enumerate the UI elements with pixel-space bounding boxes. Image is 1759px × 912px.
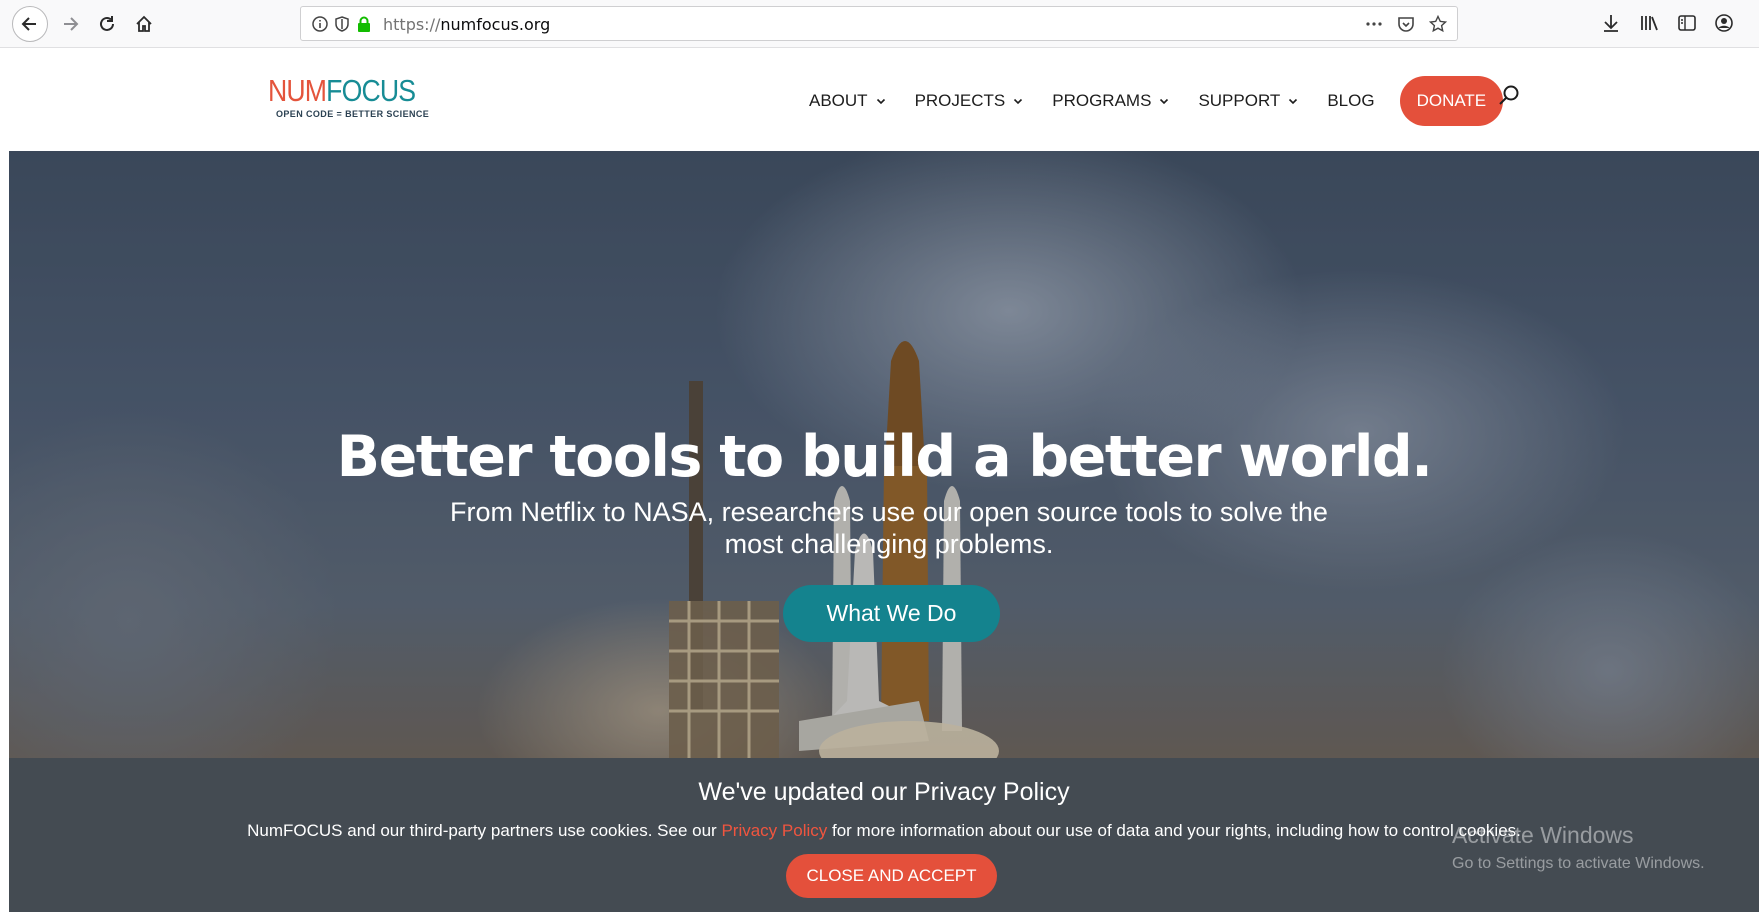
chevron-down-icon	[1160, 98, 1169, 105]
numfocus-logo[interactable]: NUMFOCUS OPEN CODE = BETTER SCIENCE	[268, 73, 430, 125]
more-actions-icon[interactable]	[1365, 15, 1383, 33]
url-text[interactable]: https://numfocus.org	[383, 15, 550, 34]
donate-button[interactable]: DONATE	[1399, 76, 1504, 126]
pocket-icon[interactable]	[1397, 15, 1415, 33]
url-bar[interactable]: https://numfocus.org	[300, 6, 1458, 41]
chevron-down-icon	[1289, 98, 1298, 105]
nav-projects-label: PROJECTS	[914, 91, 1006, 110]
account-icon[interactable]	[1713, 12, 1735, 34]
back-button[interactable]	[12, 6, 48, 42]
library-icon[interactable]	[1638, 12, 1660, 34]
hero-section: Better tools to build a better world. Fr…	[9, 151, 1759, 758]
browser-toolbar: https://numfocus.org	[0, 0, 1759, 48]
nav-blog-label: BLOG	[1327, 91, 1375, 110]
hero-subtitle: From Netflix to NASA, researchers use ou…	[450, 497, 1328, 559]
watermark-title: Activate Windows	[1452, 822, 1634, 848]
chevron-down-icon	[1014, 98, 1023, 105]
url-host: numfocus.org	[440, 15, 551, 34]
reload-icon	[100, 16, 114, 31]
close-and-accept-button[interactable]: CLOSE AND ACCEPT	[786, 854, 997, 898]
hero-title: Better tools to build a better world.	[336, 424, 1433, 490]
search-icon[interactable]	[1497, 84, 1521, 108]
bookmark-star-icon[interactable]	[1428, 14, 1448, 33]
nav-about[interactable]: ABOUT	[809, 91, 886, 111]
windows-activation-watermark: Activate Windows Go to Settings to activ…	[1452, 822, 1705, 873]
shield-icon[interactable]	[333, 15, 351, 33]
logo-wordmark: NUMFOCUS	[268, 73, 416, 108]
site-header: NUMFOCUS OPEN CODE = BETTER SCIENCE ABOU…	[9, 48, 1759, 151]
nav-programs[interactable]: PROGRAMS	[1052, 91, 1169, 111]
home-button[interactable]	[126, 6, 162, 42]
arrow-left-icon	[21, 17, 36, 31]
logo-tagline: OPEN CODE = BETTER SCIENCE	[276, 109, 430, 119]
download-icon[interactable]	[1600, 12, 1622, 34]
reload-button[interactable]	[89, 6, 125, 42]
nav-blog[interactable]: BLOG	[1327, 91, 1374, 111]
watermark-subtitle: Go to Settings to activate Windows.	[1452, 855, 1705, 872]
cookie-text-after: for more information about our use of da…	[827, 821, 1521, 840]
nav-support[interactable]: SUPPORT	[1198, 91, 1298, 111]
nav-about-label: ABOUT	[809, 91, 868, 110]
nav-support-label: SUPPORT	[1198, 91, 1281, 110]
nav-projects[interactable]: PROJECTS	[915, 91, 1024, 111]
privacy-policy-link[interactable]: Privacy Policy	[721, 821, 827, 840]
nav-programs-label: PROGRAMS	[1052, 91, 1152, 110]
info-icon[interactable]	[311, 15, 329, 33]
logo-num: NUM	[268, 73, 327, 108]
main-nav: ABOUT PROJECTS PROGRAMS SUPPORT BLOG DON…	[809, 76, 1504, 126]
lock-icon[interactable]	[355, 15, 373, 33]
forward-button[interactable]	[52, 6, 88, 42]
sidebar-icon[interactable]	[1676, 12, 1698, 34]
chevron-down-icon	[876, 98, 885, 105]
url-scheme: https://	[383, 15, 441, 34]
what-we-do-button[interactable]: What We Do	[783, 585, 1000, 642]
home-icon	[136, 15, 152, 32]
cookie-text-before: NumFOCUS and our third-party partners us…	[247, 821, 722, 840]
cookie-title: We've updated our Privacy Policy	[698, 778, 1070, 806]
arrow-right-icon	[64, 17, 79, 31]
logo-focus: FOCUS	[326, 73, 416, 108]
cookie-banner: We've updated our Privacy Policy NumFOCU…	[9, 758, 1759, 912]
